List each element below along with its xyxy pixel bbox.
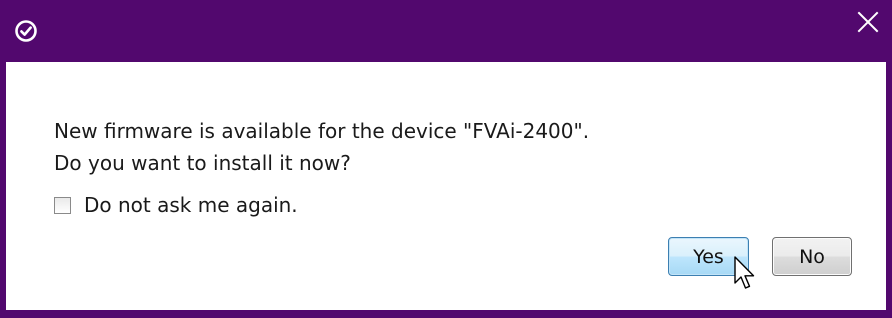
- do-not-ask-again-option[interactable]: Do not ask me again.: [54, 193, 298, 217]
- message-text: New firmware is available for the device…: [54, 115, 589, 179]
- no-button-label: No: [799, 245, 825, 268]
- checkbox-label: Do not ask me again.: [84, 193, 298, 217]
- message-line-1: New firmware is available for the device…: [54, 119, 590, 143]
- message-line-2: Do you want to install it now?: [54, 151, 351, 175]
- no-button[interactable]: No: [772, 237, 852, 276]
- checkmark-circle-icon: [15, 20, 37, 42]
- title-bar[interactable]: [0, 0, 892, 62]
- close-button[interactable]: [850, 4, 886, 40]
- close-icon: [857, 11, 879, 33]
- yes-button-label: Yes: [693, 245, 724, 268]
- do-not-ask-again-checkbox[interactable]: [54, 196, 71, 214]
- yes-button[interactable]: Yes: [668, 237, 749, 276]
- dialog-body: New firmware is available for the device…: [6, 62, 886, 310]
- firmware-update-dialog: New firmware is available for the device…: [0, 0, 892, 318]
